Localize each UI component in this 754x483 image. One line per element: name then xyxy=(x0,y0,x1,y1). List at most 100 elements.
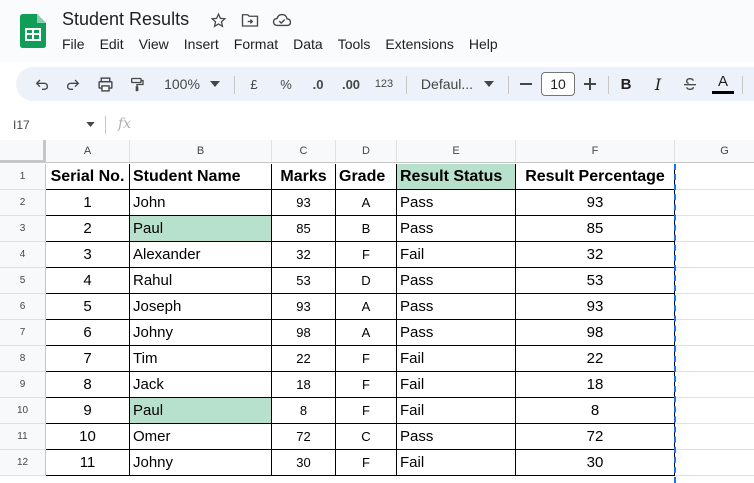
paint-format-icon[interactable] xyxy=(125,67,149,101)
zoom-select[interactable]: 100% xyxy=(158,67,206,101)
table-cell[interactable]: Fail xyxy=(397,372,516,398)
increase-font-size-icon[interactable] xyxy=(580,67,600,101)
redo-icon[interactable] xyxy=(61,67,85,101)
row-header-5[interactable]: 5 xyxy=(0,268,46,294)
table-cell[interactable]: Alexander xyxy=(130,242,272,268)
star-icon[interactable] xyxy=(208,10,228,30)
italic-button[interactable]: I xyxy=(648,67,668,101)
table-cell[interactable]: 93 xyxy=(272,190,336,216)
column-header-e[interactable]: E xyxy=(397,140,516,163)
table-cell[interactable]: Fail xyxy=(397,450,516,476)
table-cell[interactable]: Pass xyxy=(397,216,516,242)
menu-help[interactable]: Help xyxy=(469,36,498,52)
table-cell[interactable]: F xyxy=(336,398,397,424)
table-cell[interactable]: 22 xyxy=(516,346,675,372)
header-cell[interactable]: Student Name xyxy=(130,164,272,190)
table-cell[interactable]: 3 xyxy=(46,242,130,268)
table-cell[interactable]: F xyxy=(336,450,397,476)
table-cell[interactable]: 10 xyxy=(46,424,130,450)
font-size-input[interactable]: 10 xyxy=(541,72,575,96)
table-cell[interactable]: F xyxy=(336,242,397,268)
table-cell[interactable]: 8 xyxy=(272,398,336,424)
table-cell[interactable]: A xyxy=(336,190,397,216)
empty-cell[interactable] xyxy=(675,268,754,294)
table-cell[interactable]: Jack xyxy=(130,372,272,398)
table-cell[interactable]: Johny xyxy=(130,450,272,476)
menu-format[interactable]: Format xyxy=(234,36,278,52)
table-cell[interactable]: 98 xyxy=(516,320,675,346)
table-cell[interactable]: 8 xyxy=(46,372,130,398)
table-cell[interactable]: 72 xyxy=(272,424,336,450)
header-cell[interactable]: Marks xyxy=(272,164,336,190)
more-formats-button[interactable]: 123 xyxy=(371,67,397,101)
row-header-4[interactable]: 4 xyxy=(0,242,46,268)
decrease-font-size-icon[interactable] xyxy=(516,67,536,101)
bold-button[interactable]: B xyxy=(616,67,636,101)
table-cell[interactable]: D xyxy=(336,268,397,294)
font-dropdown-icon[interactable] xyxy=(482,67,496,101)
empty-cell[interactable] xyxy=(675,190,754,216)
column-header-a[interactable]: A xyxy=(46,140,130,163)
menu-view[interactable]: View xyxy=(139,36,169,52)
name-box[interactable]: I17 xyxy=(13,118,30,132)
table-cell[interactable]: Paul xyxy=(130,398,272,424)
table-cell[interactable]: 53 xyxy=(516,268,675,294)
row-header-7[interactable]: 7 xyxy=(0,320,46,346)
table-cell[interactable]: 53 xyxy=(272,268,336,294)
table-cell[interactable]: Pass xyxy=(397,320,516,346)
undo-icon[interactable] xyxy=(30,67,54,101)
table-cell[interactable]: 9 xyxy=(46,398,130,424)
table-cell[interactable]: Fail xyxy=(397,346,516,372)
table-cell[interactable]: 6 xyxy=(46,320,130,346)
table-cell[interactable]: Fail xyxy=(397,398,516,424)
table-cell[interactable]: 93 xyxy=(516,190,675,216)
table-cell[interactable]: 8 xyxy=(516,398,675,424)
table-cell[interactable]: 4 xyxy=(46,268,130,294)
select-all-corner[interactable] xyxy=(0,140,46,163)
menu-edit[interactable]: Edit xyxy=(100,36,124,52)
empty-cell[interactable] xyxy=(675,424,754,450)
empty-cell[interactable] xyxy=(675,242,754,268)
table-cell[interactable]: Pass xyxy=(397,268,516,294)
table-cell[interactable]: 2 xyxy=(46,216,130,242)
row-header-8[interactable]: 8 xyxy=(0,346,46,372)
row-header-2[interactable]: 2 xyxy=(0,190,46,216)
table-cell[interactable]: A xyxy=(336,320,397,346)
print-icon[interactable] xyxy=(93,67,117,101)
table-cell[interactable]: Pass xyxy=(397,424,516,450)
document-title[interactable]: Student Results xyxy=(62,9,189,30)
table-cell[interactable]: 1 xyxy=(46,190,130,216)
table-cell[interactable]: C xyxy=(336,424,397,450)
cloud-status-icon[interactable] xyxy=(272,10,292,30)
header-cell[interactable]: Serial No. xyxy=(46,164,130,190)
empty-cell[interactable] xyxy=(675,164,754,190)
row-header-12[interactable]: 12 xyxy=(0,450,46,476)
table-cell[interactable]: F xyxy=(336,372,397,398)
table-cell[interactable]: Fail xyxy=(397,242,516,268)
empty-cell[interactable] xyxy=(675,294,754,320)
header-cell[interactable]: Result Percentage xyxy=(516,164,675,190)
table-cell[interactable]: 32 xyxy=(516,242,675,268)
empty-cell[interactable] xyxy=(675,346,754,372)
menu-file[interactable]: File xyxy=(62,36,85,52)
table-cell[interactable]: 32 xyxy=(272,242,336,268)
row-header-11[interactable]: 11 xyxy=(0,424,46,450)
table-cell[interactable]: 5 xyxy=(46,294,130,320)
table-cell[interactable]: John xyxy=(130,190,272,216)
table-cell[interactable]: B xyxy=(336,216,397,242)
menu-extensions[interactable]: Extensions xyxy=(385,36,453,52)
table-cell[interactable]: 18 xyxy=(272,372,336,398)
column-header-d[interactable]: D xyxy=(336,140,397,163)
empty-cell[interactable] xyxy=(675,450,754,476)
empty-cell[interactable] xyxy=(675,398,754,424)
row-header-3[interactable]: 3 xyxy=(0,216,46,242)
empty-cell[interactable] xyxy=(675,320,754,346)
table-cell[interactable]: 93 xyxy=(272,294,336,320)
table-cell[interactable]: Omer xyxy=(130,424,272,450)
table-cell[interactable]: 7 xyxy=(46,346,130,372)
column-header-g[interactable]: G xyxy=(675,140,754,163)
table-cell[interactable]: Paul xyxy=(130,216,272,242)
table-cell[interactable]: Pass xyxy=(397,190,516,216)
table-cell[interactable]: A xyxy=(336,294,397,320)
table-cell[interactable]: 93 xyxy=(516,294,675,320)
